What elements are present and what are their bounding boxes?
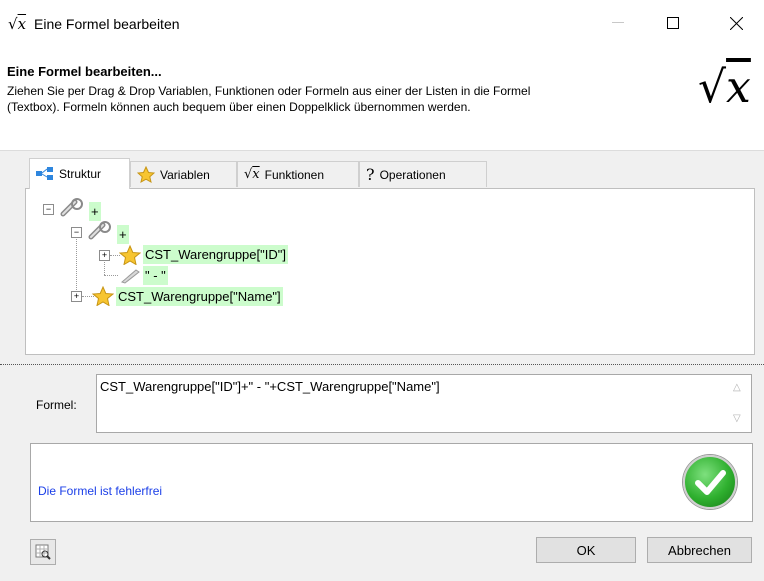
splitter[interactable] (0, 360, 764, 370)
question-icon: ? (366, 165, 375, 184)
tree-node-child[interactable]: + (117, 225, 129, 244)
tree-line (76, 233, 77, 296)
minimize-button[interactable] (595, 0, 641, 46)
tab-funktionen[interactable]: √x Funktionen (237, 161, 359, 187)
tab-struktur[interactable]: Struktur (29, 158, 130, 189)
collapse-toggle[interactable]: − (43, 204, 54, 215)
status-text: Die Formel ist fehlerfrei (38, 484, 163, 498)
expand-toggle[interactable]: + (99, 250, 110, 261)
tree-node-leaf-id[interactable]: CST_Warengruppe["ID"] (143, 245, 288, 264)
tab-variablen-label: Variablen (160, 167, 210, 182)
tree-node-root[interactable]: + (89, 202, 101, 221)
scroll-down-button[interactable]: ▽ (733, 413, 741, 424)
description-line-2: (Textbox). Formeln können auch bequem üb… (7, 100, 471, 114)
tab-funktionen-label: Funktionen (264, 167, 325, 182)
link-chain-icon (88, 221, 111, 240)
scroll-up-button[interactable]: △ (733, 382, 741, 393)
sqrt-x-icon: √x (8, 15, 27, 33)
link-chain-icon (60, 198, 83, 217)
formula-value[interactable]: CST_Warengruppe["ID"]+" - "+CST_Warengru… (100, 379, 440, 394)
formula-label: Formel: (36, 398, 77, 412)
quote-icon (121, 269, 140, 284)
star-icon (137, 166, 155, 183)
cancel-button[interactable]: Abbrechen (647, 537, 752, 563)
sqrt-x-icon: √x (698, 62, 751, 113)
sqrt-x-icon: √x (244, 167, 260, 182)
tree-line (104, 275, 118, 276)
expand-toggle[interactable]: + (71, 291, 82, 302)
close-button[interactable] (713, 0, 759, 46)
ok-button[interactable]: OK (536, 537, 636, 563)
check-icon (683, 455, 737, 509)
star-icon (92, 286, 114, 306)
maximize-button[interactable] (650, 0, 696, 46)
tab-operationen[interactable]: ? Operationen (359, 161, 487, 187)
star-icon (119, 245, 141, 265)
header-title: Eine Formel bearbeiten... (7, 64, 162, 79)
tab-operationen-label: Operationen (379, 167, 446, 182)
close-icon (729, 16, 743, 30)
tab-struktur-label: Struktur (59, 167, 102, 181)
header-description: Ziehen Sie per Drag & Drop Variablen, Fu… (7, 83, 687, 115)
description-line-1: Ziehen Sie per Drag & Drop Variablen, Fu… (7, 84, 531, 98)
tab-variablen[interactable]: Variablen (130, 161, 237, 187)
zoom-preview-button[interactable] (30, 539, 56, 565)
tree-structure-icon (36, 167, 53, 180)
window-title: Eine Formel bearbeiten (34, 16, 180, 32)
tree-node-leaf-name[interactable]: CST_Warengruppe["Name"] (116, 287, 283, 306)
tree-node-leaf-separator[interactable]: " - " (143, 266, 168, 285)
magnifier-grid-icon (35, 544, 51, 560)
status-panel (30, 443, 753, 522)
collapse-toggle[interactable]: − (71, 227, 82, 238)
